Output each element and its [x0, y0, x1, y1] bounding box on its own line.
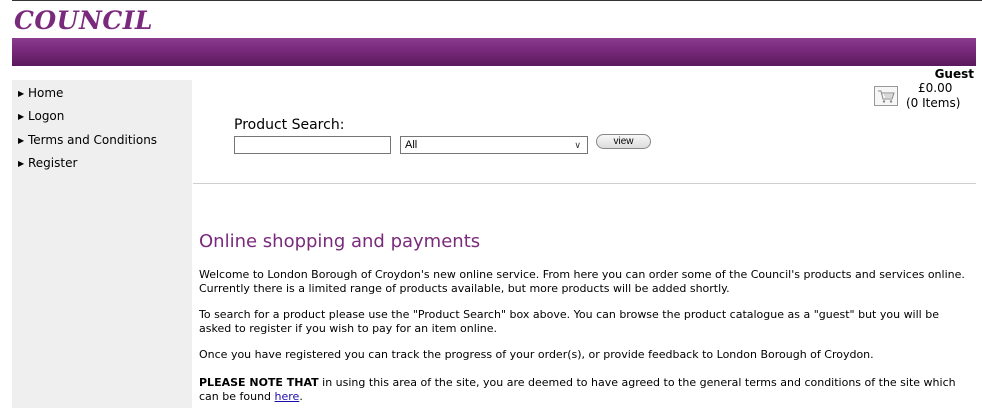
- triangle-right-icon: ▶: [18, 136, 25, 145]
- sidebar-item-label: Logon: [28, 109, 65, 123]
- notice-end: .: [299, 390, 303, 403]
- divider: [193, 183, 976, 184]
- top-rule: [12, 0, 982, 1]
- user-name: Guest: [934, 67, 974, 81]
- intro-paragraph: Welcome to London Borough of Croydon's n…: [199, 268, 965, 295]
- chevron-down-icon: ∨: [574, 140, 581, 150]
- view-button[interactable]: view: [596, 134, 651, 149]
- triangle-right-icon: ▶: [18, 112, 25, 121]
- sidebar-item-label: Register: [28, 156, 78, 170]
- header-banner: [12, 38, 976, 66]
- category-selected-value: All: [405, 139, 418, 151]
- sidebar: ▶ Home ▶ Logon ▶ Terms and Conditions ▶ Regi…: [12, 80, 192, 408]
- sidebar-item-label: Terms and Conditions: [28, 133, 158, 147]
- sidebar-item-home[interactable]: ▶ Home: [18, 84, 63, 102]
- sidebar-item-register[interactable]: ▶ Register: [18, 154, 77, 172]
- council-logo[interactable]: COUNCIL: [14, 4, 153, 38]
- tracking-paragraph: Once you have registered you can track t…: [199, 348, 874, 361]
- triangle-right-icon: ▶: [18, 89, 25, 98]
- search-input[interactable]: [234, 136, 391, 154]
- terms-notice-paragraph: PLEASE NOTE THAT in using this area of t…: [199, 376, 974, 404]
- page: COUNCIL ▶ Home ▶ Logon ▶ Terms and Conditio…: [0, 0, 982, 408]
- triangle-right-icon: ▶: [18, 159, 25, 168]
- search-help-paragraph: To search for a product please use the "…: [199, 308, 939, 335]
- cart-total: £0.00: [918, 81, 953, 95]
- notice-bold: PLEASE NOTE THAT: [199, 376, 319, 389]
- search-label: Product Search:: [234, 117, 345, 133]
- sidebar-item-terms[interactable]: ▶ Terms and Conditions: [18, 131, 157, 149]
- sidebar-item-label: Home: [28, 86, 64, 100]
- terms-link[interactable]: here: [275, 390, 300, 403]
- cart-item-count: (0 Items): [906, 96, 961, 110]
- sidebar-item-logon[interactable]: ▶ Logon: [18, 107, 64, 125]
- category-select[interactable]: All ∨: [400, 136, 588, 154]
- shopping-cart-icon[interactable]: [874, 86, 898, 106]
- page-title: Online shopping and payments: [199, 231, 481, 252]
